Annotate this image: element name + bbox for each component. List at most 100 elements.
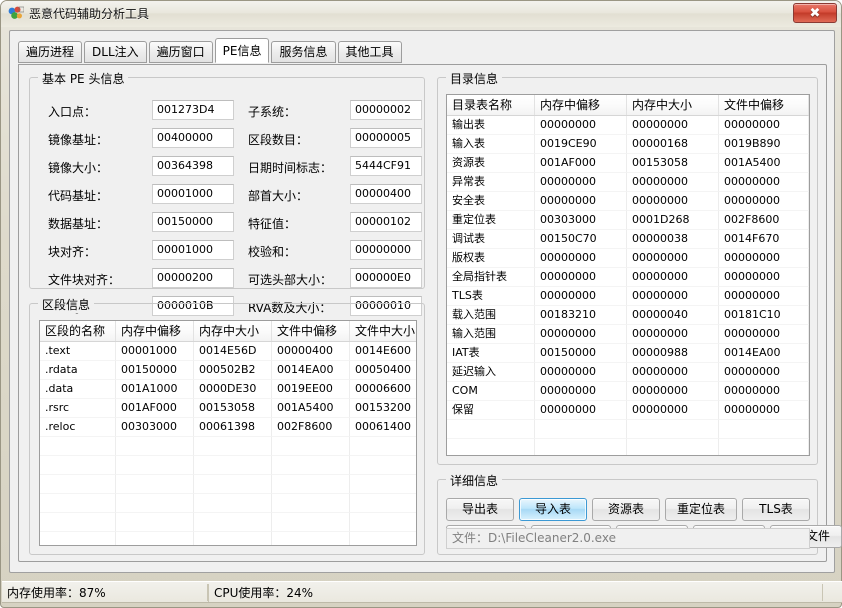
section-grid-header: 区段的名称 内存中偏移 内存中大小 文件中偏移 文件中大小: [40, 321, 416, 342]
group-directory-info: 目录信息 目录表名称 内存中偏移 内存中大小 文件中偏移 输出表 00000000 000…: [437, 70, 818, 465]
table-row[interactable]: 资源表 001AF000 00153058 001A5400: [447, 154, 809, 173]
cell-1: 00150C70: [535, 230, 627, 249]
button-label: 导出表: [461, 502, 498, 516]
group-pe-header-title: 基本 PE 头信息: [38, 70, 129, 87]
column-header-1[interactable]: 内存中偏移: [116, 321, 194, 341]
title-bar: 恶意代码辅助分析工具 ✖: [1, 1, 841, 27]
table-row[interactable]: .rdata 00150000 000502B2 0014EA00 00050400: [40, 361, 416, 380]
pe-left-input-3[interactable]: 00001000: [152, 184, 234, 204]
pe-right-label-4: 特征值：: [248, 217, 297, 231]
column-header-2[interactable]: 内存中大小: [627, 95, 719, 115]
group-directory-info-title: 目录信息: [446, 70, 503, 87]
pe-right-input-0[interactable]: 00000002: [350, 100, 422, 120]
pe-left-input-2[interactable]: 00364398: [152, 156, 234, 176]
detail-row1-button-0[interactable]: 导出表: [446, 498, 514, 521]
column-header-3[interactable]: 文件中偏移: [719, 95, 809, 115]
column-header-0[interactable]: 区段的名称: [40, 321, 116, 341]
pe-left-label-2: 镜像大小：: [48, 161, 109, 175]
cell-empty-2: [194, 494, 272, 513]
table-row[interactable]: 输出表 00000000 00000000 00000000: [447, 116, 809, 135]
table-row[interactable]: TLS表 00000000 00000000 00000000: [447, 287, 809, 306]
pe-right-label-1: 区段数目：: [248, 133, 309, 147]
table-row[interactable]: IAT表 00150000 00000988 0014EA00: [447, 344, 809, 363]
column-header-1[interactable]: 内存中偏移: [535, 95, 627, 115]
cell-2: 00000000: [627, 325, 719, 344]
table-row-empty: [40, 513, 416, 532]
cell-0: 保留: [447, 401, 535, 420]
column-header-0[interactable]: 目录表名称: [447, 95, 535, 115]
directory-info-grid[interactable]: 目录表名称 内存中偏移 内存中大小 文件中偏移 输出表 00000000 00000000…: [446, 94, 810, 456]
pe-left-input-5[interactable]: 00001000: [152, 240, 234, 260]
tab-4[interactable]: 服务信息: [271, 41, 336, 63]
table-row[interactable]: .text 00001000 0014E56D 00000400 0014E600: [40, 342, 416, 361]
cell-4: 0014E600: [350, 342, 416, 361]
button-label: 重定位表: [676, 502, 725, 516]
cell-empty-4: [350, 437, 416, 456]
table-row[interactable]: 载入范围 00183210 00000040 00181C10: [447, 306, 809, 325]
cell-1: 00000000: [535, 382, 627, 401]
table-row[interactable]: 异常表 00000000 00000000 00000000: [447, 173, 809, 192]
pe-left-input-4[interactable]: 00150000: [152, 212, 234, 232]
table-row[interactable]: 延迟输入 00000000 00000000 00000000: [447, 363, 809, 382]
table-row[interactable]: 全局指针表 00000000 00000000 00000000: [447, 268, 809, 287]
cell-2: 00000000: [627, 116, 719, 135]
cell-empty-0: [447, 420, 535, 439]
tab-2[interactable]: 遍历窗口: [148, 41, 213, 63]
cell-2: 00000000: [627, 249, 719, 268]
table-row-empty: [447, 439, 809, 455]
pe-left-input-6[interactable]: 00000200: [152, 268, 234, 288]
table-row[interactable]: 重定位表 00303000 0001D268 002F8600: [447, 211, 809, 230]
cell-3: 00000000: [719, 401, 809, 420]
pe-right-input-2[interactable]: 5444CF91: [350, 156, 422, 176]
cell-empty-3: [272, 437, 350, 456]
table-row[interactable]: COM 00000000 00000000 00000000: [447, 382, 809, 401]
cell-empty-1: [535, 439, 627, 455]
tab-5[interactable]: 其他工具: [337, 41, 402, 63]
pe-right-input-1[interactable]: 00000005: [350, 128, 422, 148]
section-info-grid[interactable]: 区段的名称 内存中偏移 内存中大小 文件中偏移 文件中大小 .text 00001000 0…: [39, 320, 417, 546]
column-header-4[interactable]: 文件中大小: [350, 321, 416, 341]
cell-1: 00183210: [535, 306, 627, 325]
close-button[interactable]: ✖: [793, 3, 837, 23]
pe-right-input-3[interactable]: 00000400: [350, 184, 422, 204]
cell-3: 00000000: [719, 249, 809, 268]
table-row[interactable]: .data 001A1000 0000DE30 0019EE00 00006600: [40, 380, 416, 399]
pe-right-input-5[interactable]: 00000000: [350, 240, 422, 260]
tab-1[interactable]: DLL注入: [84, 41, 147, 63]
tab-0[interactable]: 遍历进程: [18, 41, 83, 63]
client-area: 遍历进程 DLL注入 遍历窗口 PE信息 服务信息 其他工具 基本 PE 头信息 入口点：…: [9, 30, 842, 573]
cell-0: 异常表: [447, 173, 535, 192]
detail-row1-button-4[interactable]: TLS表: [742, 498, 810, 521]
detail-row1-button-2[interactable]: 资源表: [592, 498, 660, 521]
close-icon: ✖: [809, 6, 821, 21]
table-row[interactable]: 版权表 00000000 00000000 00000000: [447, 249, 809, 268]
column-header-3[interactable]: 文件中偏移: [272, 321, 350, 341]
table-row[interactable]: .reloc 00303000 00061398 002F8600 00061400: [40, 418, 416, 437]
pe-left-input-1[interactable]: 00400000: [152, 128, 234, 148]
cell-2: 0001D268: [627, 211, 719, 230]
pe-left-input-0[interactable]: 001273D4: [152, 100, 234, 120]
detail-row1-button-3[interactable]: 重定位表: [665, 498, 737, 521]
table-row-empty: [40, 456, 416, 475]
status-cpu: CPU使用率：24%: [208, 584, 408, 602]
table-row[interactable]: 保留 00000000 00000000 00000000: [447, 401, 809, 420]
tab-3[interactable]: PE信息: [214, 38, 270, 63]
cell-1: 001A1000: [116, 380, 194, 399]
cell-empty-2: [627, 420, 719, 439]
detail-row1-button-1[interactable]: 导入表: [519, 498, 587, 521]
cell-0: .text: [40, 342, 116, 361]
table-row[interactable]: 输入范围 00000000 00000000 00000000: [447, 325, 809, 344]
cell-empty-4: [350, 475, 416, 494]
table-row[interactable]: 安全表 00000000 00000000 00000000: [447, 192, 809, 211]
file-path-field[interactable]: 文件：D:\FileCleaner2.0.exe: [446, 528, 810, 549]
table-row[interactable]: 输入表 0019CE90 00000168 0019B890: [447, 135, 809, 154]
cell-0: IAT表: [447, 344, 535, 363]
table-row[interactable]: .rsrc 001AF000 00153058 001A5400 00153200: [40, 399, 416, 418]
column-header-2[interactable]: 内存中大小: [194, 321, 272, 341]
cell-1: 001AF000: [116, 399, 194, 418]
pe-right-input-6[interactable]: 000000E0: [350, 268, 422, 288]
pe-right-input-4[interactable]: 00000102: [350, 212, 422, 232]
cell-2: 00000000: [627, 173, 719, 192]
table-row[interactable]: 调试表 00150C70 00000038 0014F670: [447, 230, 809, 249]
cell-3: 002F8600: [272, 418, 350, 437]
